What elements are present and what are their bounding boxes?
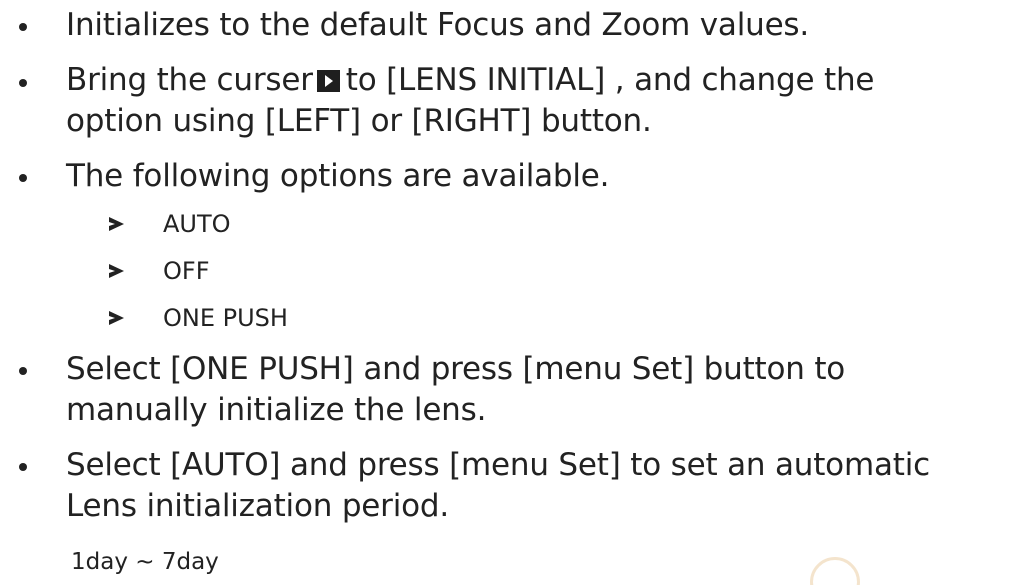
bullet-line-part: Bring the curser — [66, 62, 313, 98]
option-item-one-push: ONE PUSH — [0, 302, 1029, 334]
bullet-line: manually initialize the lens. — [66, 392, 487, 428]
option-label: AUTO — [163, 210, 231, 238]
bullet-line: Bring the curser to [LENS INITIAL] , and … — [66, 60, 874, 101]
bullet-text: Select [AUTO] and press [menu Set] to se… — [66, 445, 930, 527]
bullet-line: option using [LEFT] or [RIGHT] button. — [66, 103, 652, 139]
bullet-line: The following options are available. — [66, 158, 610, 194]
option-item-auto: AUTO — [0, 208, 1029, 240]
bullet-line-part: to [LENS INITIAL] , and change the — [345, 62, 875, 98]
watermark-circle-icon — [810, 557, 860, 585]
bullet-line: Lens initialization period. — [66, 488, 450, 524]
document-page: Initializes to the default Focus and Zoo… — [0, 0, 1029, 585]
bullet-dot-icon — [19, 79, 27, 87]
option-label: OFF — [163, 257, 210, 285]
cursor-play-icon — [316, 70, 340, 92]
bullet-dot-icon — [19, 367, 27, 375]
bullet-text: Select [ONE PUSH] and press [menu Set] b… — [66, 349, 845, 431]
bullet-dot-icon — [19, 463, 27, 471]
bullet-dot-icon — [19, 23, 27, 31]
bullet-text: The following options are available. — [66, 156, 610, 197]
bullet-text: Bring the curser to [LENS INITIAL] , and … — [66, 60, 874, 142]
period-range-text: 1day ~ 7day — [71, 549, 219, 575]
arrow-bullet-icon — [109, 311, 124, 325]
arrow-bullet-icon — [109, 217, 124, 231]
arrow-bullet-icon — [109, 264, 124, 278]
bullet-line: Initializes to the default Focus and Zoo… — [66, 7, 810, 43]
bullet-dot-icon — [19, 174, 27, 182]
option-label: ONE PUSH — [163, 304, 288, 332]
option-item-off: OFF — [0, 255, 1029, 287]
bullet-line: Select [AUTO] and press [menu Set] to se… — [66, 447, 930, 483]
bullet-line: Select [ONE PUSH] and press [menu Set] b… — [66, 351, 846, 387]
bullet-text: Initializes to the default Focus and Zoo… — [66, 5, 809, 46]
